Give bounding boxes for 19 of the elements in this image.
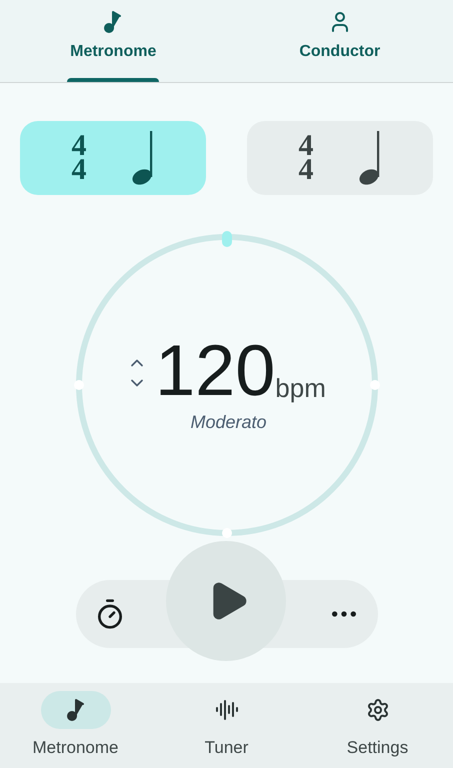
- time-signature-preset[interactable]: 4 4: [20, 121, 206, 195]
- time-signature-denominator: 4: [298, 158, 314, 182]
- quarter-note-icon: [358, 131, 382, 185]
- nav-item[interactable]: Metronome: [0, 683, 151, 768]
- time-signature-preset[interactable]: 4 4: [247, 121, 433, 195]
- sound-wave-icon: [214, 698, 238, 722]
- tab[interactable]: Conductor: [226, 0, 453, 82]
- tempo-unit: bpm: [275, 372, 326, 402]
- tempo-dial-drawing[interactable]: [72, 231, 380, 539]
- time-signature-numerator: 4: [72, 134, 86, 158]
- tempo-marking: Moderato: [190, 410, 267, 434]
- settings-icon: [366, 698, 390, 722]
- tab[interactable]: Metronome: [0, 0, 226, 82]
- nav-item[interactable]: Tuner: [151, 683, 302, 768]
- nav-item[interactable]: Settings: [302, 683, 453, 768]
- time-signature-denominator: 4: [72, 158, 86, 182]
- time-signature-numerator: 4: [298, 134, 314, 158]
- quarter-note-icon: [130, 131, 154, 185]
- tempo-value: 120: [155, 334, 276, 406]
